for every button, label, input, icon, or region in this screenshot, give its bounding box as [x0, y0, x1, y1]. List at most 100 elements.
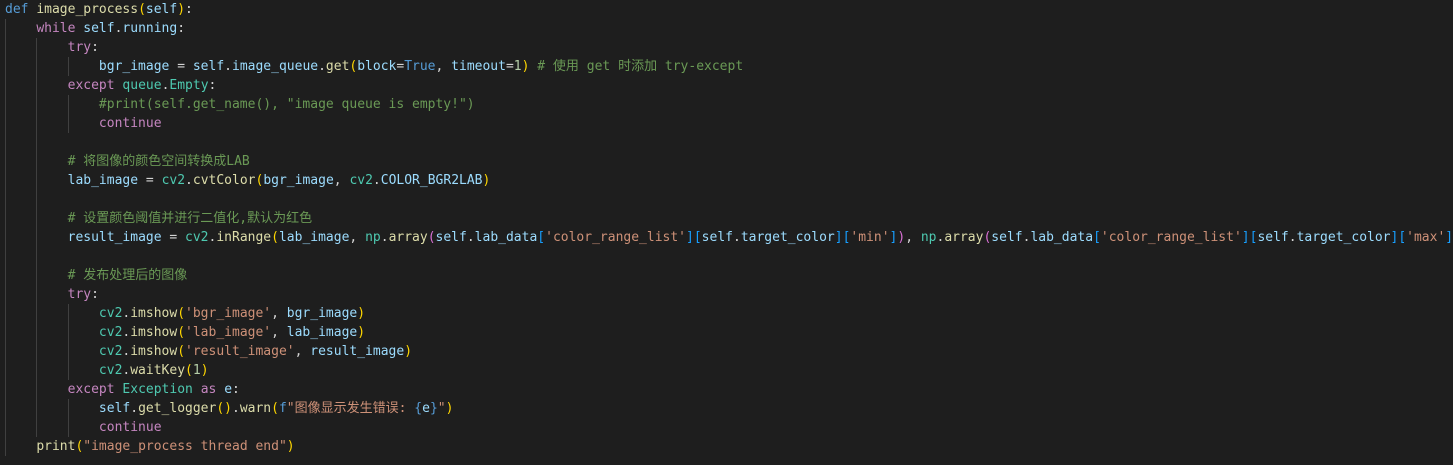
code-line[interactable]: # 设置颜色阈值并进行二值化,默认为红色: [0, 209, 1453, 228]
code-token: .: [372, 173, 381, 188]
code-token: lab_data: [1030, 230, 1094, 245]
code-token: except: [67, 78, 115, 93]
code-token: cv2: [98, 363, 123, 378]
code-token: self: [83, 21, 115, 36]
code-line[interactable]: except Exception as e:: [0, 380, 1453, 399]
code-token: self: [701, 230, 733, 245]
code-line[interactable]: # 发布处理后的图像: [0, 266, 1453, 285]
code-token: ,: [333, 173, 350, 188]
indent-guide: [36, 361, 38, 380]
code-token: ,: [905, 230, 921, 245]
code-token: :: [185, 2, 193, 17]
code-line[interactable]: # 将图像的颜色空间转换成LAB: [0, 152, 1453, 171]
code-token: ): [224, 401, 232, 416]
code-token: "image_process thread end": [83, 439, 287, 454]
code-token: cv2: [98, 325, 123, 340]
code-token: True: [404, 59, 436, 74]
code-token: waitKey: [130, 363, 186, 378]
indent-guide: [36, 95, 38, 114]
code-token: cv2: [185, 230, 209, 245]
code-token: 'color_range_list': [545, 230, 687, 245]
code-token: .: [380, 230, 389, 245]
code-line[interactable]: cv2.imshow('bgr_image', bgr_image): [0, 304, 1453, 323]
code-token: :: [91, 287, 99, 302]
code-token: # 发布处理后的图像: [67, 268, 188, 283]
code-token: np: [365, 230, 381, 245]
code-token: "图像显示发生错误:: [286, 401, 415, 416]
code-token: {: [414, 401, 423, 416]
code-token: get: [325, 59, 350, 74]
code-token: lab_image: [278, 230, 350, 245]
indent-guide: [5, 38, 6, 57]
indent-guide: [5, 304, 6, 323]
code-token: print: [36, 439, 76, 454]
code-line[interactable]: continue: [0, 418, 1453, 437]
code-token: cv2: [98, 344, 123, 359]
code-token: cvtColor: [192, 173, 256, 188]
indent-guide: [67, 361, 69, 380]
code-token: # 使用 get 时添加 try-except: [529, 59, 744, 74]
code-token: ): [445, 401, 454, 416]
code-line[interactable]: print("image_process thread end"): [0, 437, 1453, 456]
code-token: (: [185, 363, 193, 378]
code-line[interactable]: lab_image = cv2.cvtColor(bgr_image, cv2.…: [0, 171, 1453, 190]
code-line[interactable]: cv2.imshow('result_image', result_image): [0, 342, 1453, 361]
code-token: (: [427, 230, 436, 245]
code-token: =: [505, 59, 514, 74]
code-token: ): [357, 306, 366, 321]
code-line[interactable]: [0, 133, 1453, 152]
code-line[interactable]: def image_process(self):: [0, 0, 1453, 19]
indent-guide: [36, 285, 38, 304]
indent-guide: [5, 133, 6, 152]
code-token: try: [67, 40, 92, 55]
indent-guide: [67, 95, 69, 114]
code-token: .: [318, 59, 326, 74]
code-token: ): [482, 173, 491, 188]
code-token: result_image: [67, 230, 162, 245]
code-token: imshow: [130, 344, 178, 359]
code-line[interactable]: [0, 247, 1453, 266]
code-token: [: [693, 230, 702, 245]
code-token: array: [388, 230, 428, 245]
code-token: def: [5, 2, 29, 17]
code-token: .: [130, 401, 139, 416]
code-line[interactable]: continue: [0, 114, 1453, 133]
code-token: :: [177, 21, 186, 36]
indent-guide: [67, 57, 69, 76]
code-line[interactable]: [0, 190, 1453, 209]
code-token: .: [732, 230, 741, 245]
code-line[interactable]: cv2.imshow('lab_image', lab_image): [0, 323, 1453, 342]
code-token: target_color: [1296, 230, 1391, 245]
code-line[interactable]: result_image = cv2.inRange(lab_image, np…: [0, 228, 1453, 247]
code-token: ,: [271, 325, 287, 340]
code-token: 1: [513, 59, 522, 74]
code-token: .: [224, 59, 232, 74]
code-token: ]: [834, 230, 843, 245]
code-editor[interactable]: def image_process(self): while self.runn…: [0, 0, 1453, 465]
code-token: cv2: [98, 306, 123, 321]
code-line[interactable]: cv2.waitKey(1): [0, 361, 1453, 380]
code-line[interactable]: try:: [0, 285, 1453, 304]
code-token: running: [122, 21, 178, 36]
code-line[interactable]: try:: [0, 38, 1453, 57]
code-line[interactable]: self.get_logger().warn(f"图像显示发生错误: {e}"): [0, 399, 1453, 418]
code-token: :: [208, 78, 217, 93]
code-line[interactable]: while self.running:: [0, 19, 1453, 38]
code-token: self: [435, 230, 467, 245]
indent-guide: [36, 247, 38, 266]
code-line[interactable]: #print(self.get_name(), "image queue is …: [0, 95, 1453, 114]
code-token: 'min': [850, 230, 890, 245]
indent-guide: [36, 399, 38, 418]
indent-guide: [36, 418, 38, 437]
code-token: 'max': [1406, 230, 1446, 245]
code-token: 'bgr_image': [185, 306, 272, 321]
code-line[interactable]: except queue.Empty:: [0, 76, 1453, 95]
code-line[interactable]: bgr_image = self.image_queue.get(block=T…: [0, 57, 1453, 76]
indent-guide: [36, 38, 38, 57]
